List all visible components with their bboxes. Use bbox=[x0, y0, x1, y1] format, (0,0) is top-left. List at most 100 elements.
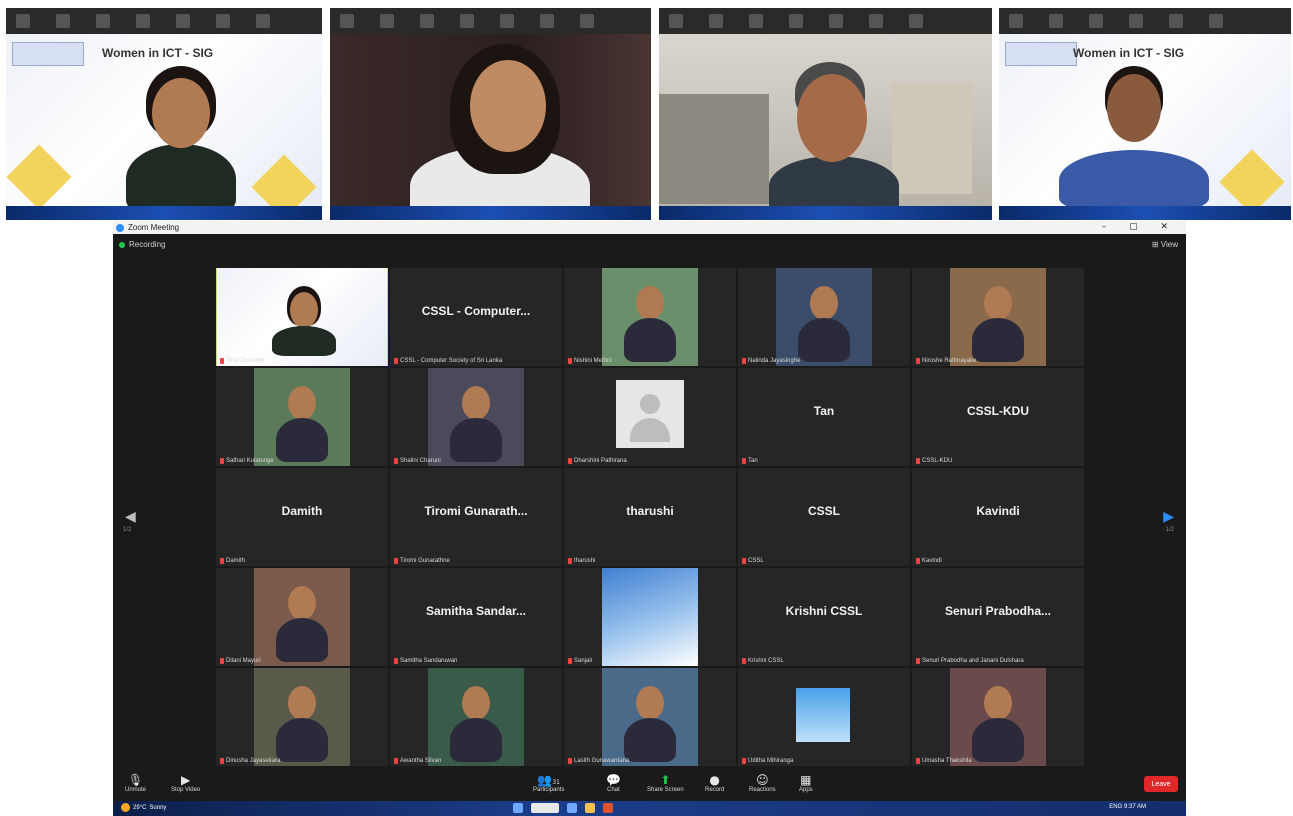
participant-display-name: Krishni CSSL bbox=[785, 604, 863, 618]
participant-tile[interactable]: Sanjali bbox=[564, 568, 736, 666]
participant-name-text: Umasha Thakshila bbox=[922, 758, 972, 764]
participant-tile[interactable]: Awantha Silvan bbox=[390, 668, 562, 766]
window-controls[interactable]: – ▢ ✕ bbox=[1102, 222, 1178, 232]
prev-page-icon[interactable]: ◀ bbox=[125, 509, 136, 525]
participant-tile[interactable]: Tiromi Gunarath... Tiromi Gunarathne bbox=[390, 468, 562, 566]
muted-mic-icon bbox=[220, 658, 224, 664]
muted-mic-icon bbox=[220, 358, 224, 364]
thumbnail-toolbar bbox=[6, 8, 322, 34]
leave-button[interactable]: Leave bbox=[1144, 776, 1178, 792]
thumbnail-1: Women in ICT - SIG bbox=[6, 8, 322, 220]
muted-mic-icon bbox=[220, 458, 224, 464]
participant-tile[interactable]: Dilani Mayuri bbox=[216, 568, 388, 666]
participant-tile[interactable]: Senuri Prabodha... Senuri Prabodha and Ja… bbox=[912, 568, 1084, 666]
view-button[interactable]: ⊞ View bbox=[1152, 240, 1178, 249]
profile-picture bbox=[428, 668, 524, 766]
system-tray[interactable]: ENG 9:37 AM bbox=[1109, 804, 1146, 810]
participant-name-text: CSSL bbox=[748, 558, 764, 564]
participant-name-label: CSSL - Computer Society of Sri Lanka bbox=[394, 358, 502, 364]
participant-name-text: Sathari Kulatunge bbox=[226, 458, 274, 464]
participant-tile[interactable]: CSSL - Computer... CSSL - Computer Societ… bbox=[390, 268, 562, 366]
participant-tile[interactable]: Sathari Kulatunge bbox=[216, 368, 388, 466]
profile-picture bbox=[950, 268, 1046, 366]
participant-tile[interactable]: Dinusha Jayasekara bbox=[216, 668, 388, 766]
next-page-icon[interactable]: ▶ bbox=[1163, 509, 1174, 525]
participant-name-label: Dilani Mayuri bbox=[220, 658, 261, 664]
participant-name-text: Nalinda Jayasinghe bbox=[748, 358, 801, 364]
participant-name-label: Niroshe Rathnayake bbox=[916, 358, 976, 364]
muted-mic-icon bbox=[394, 358, 398, 364]
participant-tile[interactable]: Uditha Mihiranga bbox=[738, 668, 910, 766]
participant-display-name: Kavindi bbox=[976, 504, 1020, 518]
gallery-grid: Tina Dhanushi CSSL - Computer... CSSL - Co… bbox=[216, 268, 1084, 766]
participants-button[interactable]: 👥31 Participants bbox=[533, 773, 564, 793]
participant-tile[interactable]: Damith Damith bbox=[216, 468, 388, 566]
participant-name-text: Awantha Silvan bbox=[400, 758, 442, 764]
muted-mic-icon bbox=[394, 758, 398, 764]
participant-name-label: Kavindi bbox=[916, 558, 942, 564]
participant-tile[interactable]: Nalinda Jayasinghe bbox=[738, 268, 910, 366]
window-titlebar: Zoom Meeting – ▢ ✕ bbox=[113, 221, 1186, 234]
default-avatar-icon bbox=[616, 380, 684, 448]
participant-tile[interactable]: Dharshini Pathirana bbox=[564, 368, 736, 466]
participant-video bbox=[217, 268, 387, 366]
participant-name-text: Kavindi bbox=[922, 558, 942, 564]
profile-picture bbox=[776, 268, 872, 366]
participant-tile[interactable]: CSSL CSSL bbox=[738, 468, 910, 566]
muted-mic-icon bbox=[742, 758, 746, 764]
participant-tile[interactable]: Shalini Charuni bbox=[390, 368, 562, 466]
participant-video bbox=[659, 34, 992, 216]
participant-display-name: Senuri Prabodha... bbox=[944, 604, 1052, 618]
chat-button[interactable]: 💬 Chat bbox=[606, 773, 621, 793]
participant-name-text: CSSL-KDU bbox=[922, 458, 953, 464]
muted-mic-icon bbox=[742, 558, 746, 564]
weather-widget[interactable]: 29°C Sunny bbox=[121, 803, 166, 812]
participant-tile[interactable]: Niroshe Rathnayake bbox=[912, 268, 1084, 366]
participant-name-label: Samitha Sandaruwan bbox=[394, 658, 457, 664]
slide-video: Women in ICT - SIG bbox=[999, 34, 1291, 215]
taskbar-apps[interactable] bbox=[513, 803, 613, 813]
muted-mic-icon bbox=[916, 458, 920, 464]
stop-video-button[interactable]: ▶ Stop Video bbox=[171, 773, 200, 793]
profile-picture bbox=[254, 668, 350, 766]
muted-mic-icon bbox=[220, 558, 224, 564]
thumbnail-toolbar bbox=[659, 8, 992, 34]
participant-name-label: Awantha Silvan bbox=[394, 758, 441, 764]
participant-name-text: Nishini Methni bbox=[574, 358, 612, 364]
page-indicator-right: 1/2 bbox=[1165, 527, 1174, 533]
sun-icon bbox=[121, 803, 130, 812]
apps-button[interactable]: ▦ Apps bbox=[799, 773, 813, 793]
explorer-icon bbox=[585, 803, 595, 813]
participant-tile[interactable]: Krishni CSSL Krishni CSSL bbox=[738, 568, 910, 666]
participant-name-label: Umasha Thakshila bbox=[916, 758, 972, 764]
participant-tile[interactable]: Tina Dhanushi bbox=[216, 268, 388, 366]
thumbnail-toolbar bbox=[999, 8, 1291, 34]
participant-name-label: Damith bbox=[220, 558, 245, 564]
participant-tile[interactable]: CSSL-KDU CSSL-KDU bbox=[912, 368, 1084, 466]
participant-tile[interactable]: Tan Tan bbox=[738, 368, 910, 466]
participant-name-label: CSSL-KDU bbox=[916, 458, 952, 464]
meeting-toolbar: 🎙 Unmute ▶ Stop Video 👥31 Participants 💬 Cha… bbox=[113, 771, 1186, 801]
page-indicator-left: 1/2 bbox=[123, 527, 132, 533]
participant-tile[interactable]: Samitha Sandar... Samitha Sandaruwan bbox=[390, 568, 562, 666]
window-title: Zoom Meeting bbox=[128, 223, 180, 232]
files-icon bbox=[567, 803, 577, 813]
participant-name-text: Krishni CSSL bbox=[748, 658, 784, 664]
unmute-button[interactable]: 🎙 Unmute bbox=[125, 773, 146, 793]
reactions-button[interactable]: ☺ Reactions bbox=[749, 773, 776, 793]
participant-tile[interactable]: Lasith Gunawardana bbox=[564, 668, 736, 766]
participant-tile[interactable]: Kavindi Kavindi bbox=[912, 468, 1084, 566]
muted-mic-icon bbox=[568, 658, 572, 664]
browser-icon bbox=[603, 803, 613, 813]
muted-mic-icon bbox=[568, 558, 572, 564]
share-screen-button[interactable]: ⬆ Share Screen bbox=[647, 773, 684, 793]
record-button[interactable]: ● Record bbox=[705, 773, 724, 793]
recording-status[interactable]: Recording bbox=[119, 240, 165, 249]
participant-display-name: CSSL-KDU bbox=[967, 404, 1029, 418]
participant-name-label: CSSL bbox=[742, 558, 764, 564]
participant-tile[interactable]: tharushi tharushi bbox=[564, 468, 736, 566]
profile-picture bbox=[602, 268, 698, 366]
participant-tile[interactable]: Nishini Methni bbox=[564, 268, 736, 366]
slide-video: Women in ICT - SIG bbox=[6, 34, 322, 220]
participant-tile[interactable]: Umasha Thakshila bbox=[912, 668, 1084, 766]
